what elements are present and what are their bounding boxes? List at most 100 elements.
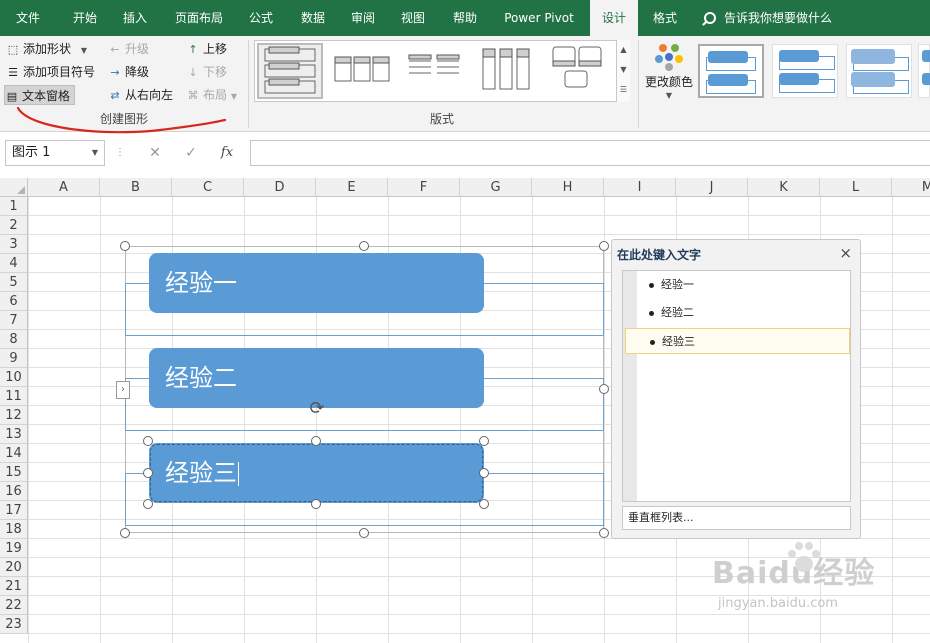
resize-handle[interactable] bbox=[359, 528, 369, 538]
column-header[interactable]: J bbox=[676, 178, 748, 197]
shape-resize-handle[interactable] bbox=[479, 499, 489, 509]
shape-resize-handle[interactable] bbox=[143, 499, 153, 509]
chevron-down-icon[interactable]: ▼ bbox=[92, 141, 98, 165]
row-header[interactable]: 18 bbox=[0, 520, 28, 539]
row-header[interactable]: 16 bbox=[0, 482, 28, 501]
column-header[interactable]: F bbox=[388, 178, 460, 197]
row-header[interactable]: 3 bbox=[0, 235, 28, 254]
column-header[interactable]: I bbox=[604, 178, 676, 197]
name-box[interactable]: 图示 1 ▼ bbox=[5, 140, 105, 166]
text-pane-toggle-icon[interactable]: › bbox=[116, 381, 130, 399]
gallery-more-icon[interactable]: ☰ bbox=[617, 80, 630, 100]
layout-stacked-list[interactable] bbox=[475, 43, 541, 99]
row-header[interactable]: 22 bbox=[0, 596, 28, 615]
tab-home[interactable]: 开始 bbox=[62, 0, 108, 36]
row-header[interactable]: 17 bbox=[0, 501, 28, 520]
list-item[interactable]: 经验一 bbox=[637, 272, 849, 298]
tab-page-layout[interactable]: 页面布局 bbox=[166, 0, 232, 36]
smartart-style-white-outline[interactable] bbox=[772, 44, 838, 98]
row-header[interactable]: 20 bbox=[0, 558, 28, 577]
demote-button[interactable]: → 降级 bbox=[108, 62, 149, 82]
layouts-gallery-scroll[interactable]: ▲ ▼ ☰ bbox=[616, 40, 630, 102]
move-up-button[interactable]: ↑ 上移 bbox=[186, 39, 227, 59]
resize-handle[interactable] bbox=[359, 241, 369, 251]
add-shape-button[interactable]: ⬚ 添加形状 ▼ bbox=[6, 39, 87, 59]
column-header[interactable]: M bbox=[892, 178, 930, 197]
tab-design[interactable]: 设计 bbox=[590, 0, 638, 36]
tab-data[interactable]: 数据 bbox=[290, 0, 336, 36]
rotate-handle-icon[interactable]: ⟳ bbox=[306, 399, 328, 419]
formula-input[interactable] bbox=[250, 140, 930, 166]
shape-resize-handle[interactable] bbox=[479, 436, 489, 446]
column-header[interactable]: G bbox=[460, 178, 532, 197]
row-header[interactable]: 5 bbox=[0, 273, 28, 292]
row-header[interactable]: 4 bbox=[0, 254, 28, 273]
column-header[interactable]: A bbox=[28, 178, 100, 197]
tab-review[interactable]: 审阅 bbox=[340, 0, 386, 36]
smartart-shape-1[interactable]: 经验一 bbox=[149, 253, 484, 313]
smartart-shape-3[interactable]: 经验三 bbox=[149, 443, 484, 503]
row-header[interactable]: 14 bbox=[0, 444, 28, 463]
shape-resize-handle[interactable] bbox=[311, 436, 321, 446]
tab-insert[interactable]: 插入 bbox=[112, 0, 158, 36]
row-header[interactable]: 8 bbox=[0, 330, 28, 349]
add-bullet-button[interactable]: ☰ 添加项目符号 bbox=[6, 62, 95, 82]
cancel-formula-button[interactable]: ✕ bbox=[140, 140, 170, 166]
tab-help[interactable]: 帮助 bbox=[442, 0, 488, 36]
tab-format[interactable]: 格式 bbox=[642, 0, 688, 36]
list-item[interactable]: 经验二 bbox=[637, 300, 849, 326]
enter-formula-button[interactable]: ✓ bbox=[176, 140, 206, 166]
shape-resize-handle[interactable] bbox=[311, 499, 321, 509]
shape-resize-handle[interactable] bbox=[479, 468, 489, 478]
tab-formulas[interactable]: 公式 bbox=[238, 0, 284, 36]
column-header[interactable]: H bbox=[532, 178, 604, 197]
row-header[interactable]: 10 bbox=[0, 368, 28, 387]
resize-handle[interactable] bbox=[599, 528, 609, 538]
row-header[interactable]: 23 bbox=[0, 615, 28, 634]
layout-horizontal-bullet-list[interactable] bbox=[331, 43, 397, 99]
smartart-style-simple-fill[interactable] bbox=[698, 44, 764, 98]
column-header[interactable]: K bbox=[748, 178, 820, 197]
row-header[interactable]: 15 bbox=[0, 463, 28, 482]
column-header[interactable]: E bbox=[316, 178, 388, 197]
column-header[interactable]: B bbox=[100, 178, 172, 197]
row-header[interactable]: 1 bbox=[0, 197, 28, 216]
tab-power-pivot[interactable]: Power Pivot bbox=[498, 0, 580, 36]
row-header[interactable]: 2 bbox=[0, 216, 28, 235]
chevron-up-icon[interactable]: ▲ bbox=[617, 40, 630, 60]
column-header[interactable]: C bbox=[172, 178, 244, 197]
tab-file[interactable]: 文件 bbox=[8, 0, 48, 36]
smartart-style-moderate-effect[interactable] bbox=[918, 44, 930, 98]
row-header[interactable]: 11 bbox=[0, 387, 28, 406]
shape-resize-handle[interactable] bbox=[143, 468, 153, 478]
shape-resize-handle[interactable] bbox=[143, 436, 153, 446]
layout-info-link[interactable]: 垂直框列表... bbox=[622, 506, 851, 530]
smartart-style-subtle-effect[interactable] bbox=[846, 44, 912, 98]
resize-handle[interactable] bbox=[120, 241, 130, 251]
tab-view[interactable]: 视图 bbox=[390, 0, 436, 36]
select-all-corner[interactable] bbox=[0, 178, 28, 197]
row-header[interactable]: 13 bbox=[0, 425, 28, 444]
tell-me-box[interactable]: 告诉我你想要做什么 bbox=[704, 0, 832, 36]
row-header[interactable]: 21 bbox=[0, 577, 28, 596]
list-item[interactable]: 经验三 bbox=[625, 328, 850, 354]
row-header[interactable]: 12 bbox=[0, 406, 28, 425]
chevron-down-icon[interactable]: ▼ bbox=[617, 60, 630, 80]
layout-table-list[interactable] bbox=[403, 43, 469, 99]
row-header[interactable]: 9 bbox=[0, 349, 28, 368]
move-down-button[interactable]: ↓ 下移 bbox=[186, 62, 227, 82]
row-header[interactable]: 6 bbox=[0, 292, 28, 311]
row-header[interactable]: 19 bbox=[0, 539, 28, 558]
promote-button[interactable]: ← 升级 bbox=[108, 39, 149, 59]
layout-picture-list[interactable] bbox=[547, 43, 613, 99]
resize-handle[interactable] bbox=[120, 528, 130, 538]
layout-vertical-box-list[interactable] bbox=[257, 43, 323, 99]
close-icon[interactable]: × bbox=[839, 244, 852, 262]
resize-handle[interactable] bbox=[599, 384, 609, 394]
column-header[interactable]: D bbox=[244, 178, 316, 197]
column-header[interactable]: L bbox=[820, 178, 892, 197]
resize-handle[interactable] bbox=[599, 241, 609, 251]
change-colors-button[interactable]: 更改颜色 ▼ bbox=[640, 40, 698, 104]
row-header[interactable]: 7 bbox=[0, 311, 28, 330]
insert-function-button[interactable]: fx bbox=[212, 140, 242, 166]
